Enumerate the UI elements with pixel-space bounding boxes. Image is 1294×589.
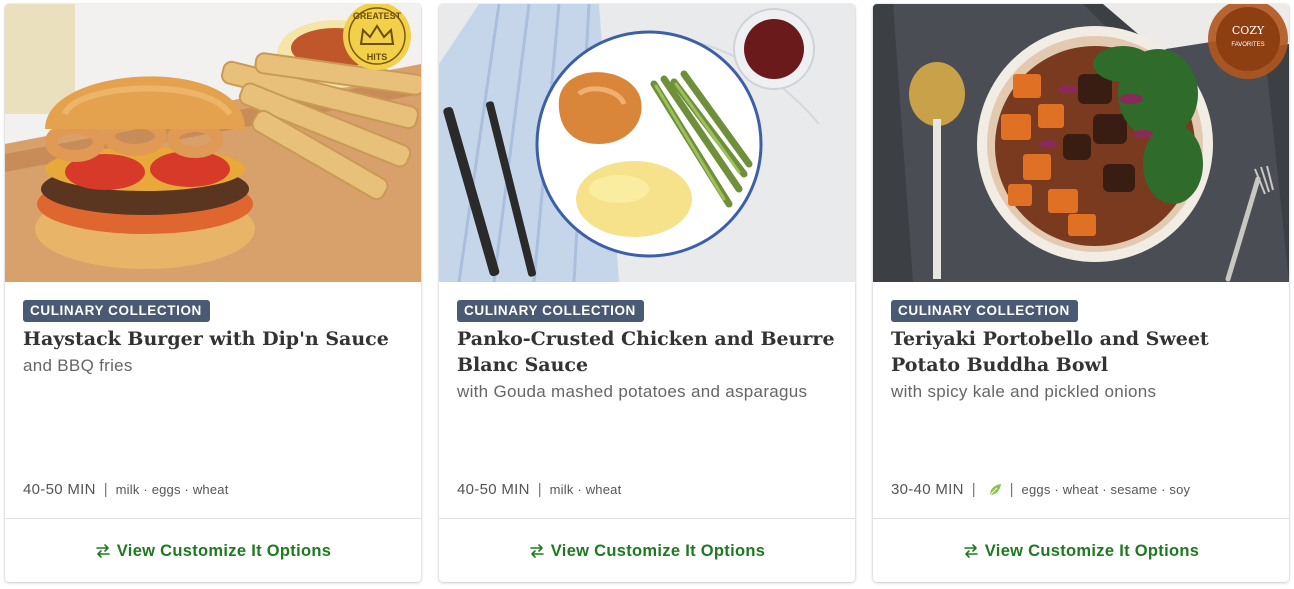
card-footer: View Customize It Options [439, 518, 855, 582]
customize-label: View Customize It Options [984, 541, 1200, 560]
allergen-list: milk · wheat [549, 482, 622, 497]
recipe-meta: 40-50 MIN | milk · eggs · wheat [23, 481, 229, 498]
meal-photo-buddha-bowl[interactable]: COZY FAVORITES [873, 4, 1289, 282]
meta-divider: | [537, 481, 542, 498]
meal-card-panko-chicken[interactable]: CULINARY COLLECTION Panko-Crusted Chicke… [439, 4, 855, 582]
recipe-meta: 40-50 MIN | milk · wheat [457, 481, 621, 498]
meal-card-haystack-burger[interactable]: GREATEST HITS CULINARY COLLECTION Haysta… [5, 4, 421, 582]
collection-badge: CULINARY COLLECTION [23, 300, 210, 322]
meal-card-grid: GREATEST HITS CULINARY COLLECTION Haysta… [0, 0, 1294, 589]
swap-arrows-icon [963, 543, 979, 559]
seal-text-top: COZY [1232, 24, 1265, 37]
card-footer: View Customize It Options [873, 518, 1289, 582]
meal-photo-chicken[interactable] [439, 4, 855, 282]
meta-divider: | [971, 481, 976, 498]
cook-time: 30-40 MIN [891, 481, 964, 498]
recipe-subtitle: with Gouda mashed potatoes and asparagus [457, 382, 808, 401]
leaf-icon [988, 483, 1002, 497]
card-footer: View Customize It Options [5, 518, 421, 582]
seal-text-bottom: FAVORITES [1231, 42, 1264, 48]
view-customize-options-button[interactable]: View Customize It Options [963, 542, 1199, 561]
seal-text-top: GREATEST [353, 11, 402, 21]
recipe-subtitle: with spicy kale and pickled onions [891, 382, 1157, 401]
cook-time: 40-50 MIN [457, 481, 530, 498]
allergen-list: eggs · wheat · sesame · soy [1021, 482, 1191, 497]
customize-label: View Customize It Options [550, 541, 766, 560]
card-body: CULINARY COLLECTION Teriyaki Portobello … [891, 300, 1271, 405]
recipe-subtitle: and BBQ fries [23, 356, 133, 375]
recipe-title[interactable]: Teriyaki Portobello and Sweet Potato Bud… [891, 326, 1271, 378]
meta-divider: | [1009, 481, 1014, 498]
swap-arrows-icon [529, 543, 545, 559]
customize-label: View Customize It Options [116, 541, 332, 560]
allergen-list: milk · eggs · wheat [115, 482, 229, 497]
view-customize-options-button[interactable]: View Customize It Options [529, 542, 765, 561]
collection-badge: CULINARY COLLECTION [457, 300, 644, 322]
swap-arrows-icon [95, 543, 111, 559]
collection-badge: CULINARY COLLECTION [891, 300, 1078, 322]
meta-divider: | [103, 481, 108, 498]
card-body: CULINARY COLLECTION Haystack Burger with… [23, 300, 403, 379]
cook-time: 40-50 MIN [23, 481, 96, 498]
recipe-meta: 30-40 MIN | | eggs · wheat · sesame · so… [891, 481, 1190, 498]
recipe-title[interactable]: Haystack Burger with Dip'n Sauce [23, 326, 403, 352]
recipe-title[interactable]: Panko-Crusted Chicken and Beurre Blanc S… [457, 326, 837, 378]
view-customize-options-button[interactable]: View Customize It Options [95, 542, 331, 561]
seal-text-bottom: HITS [367, 52, 388, 62]
meal-photo-burger[interactable]: GREATEST HITS [5, 4, 421, 282]
meal-card-teriyaki-bowl[interactable]: COZY FAVORITES CULINARY COLLECTION Teriy… [873, 4, 1289, 582]
card-body: CULINARY COLLECTION Panko-Crusted Chicke… [457, 300, 837, 405]
